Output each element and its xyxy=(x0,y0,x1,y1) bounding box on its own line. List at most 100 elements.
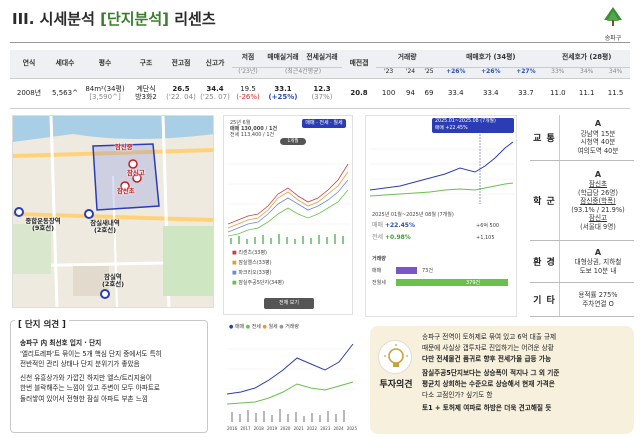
info-category: 환 경 xyxy=(530,241,560,282)
view-all-button[interactable]: 전체 보기 xyxy=(264,298,314,309)
info-line: 주차연결 O xyxy=(582,299,614,308)
info-content: A 잠신초 (학급당 26명) 잠신중(학폭) (93.1% / 21.9%) 잠신고 (서… xyxy=(562,161,634,240)
bar-label: 전월세 xyxy=(372,280,386,286)
info-other: 기 타 용적률 275% 주차연결 O xyxy=(530,283,634,317)
legend-item[interactable]: ■ 잠실엘스(33평) xyxy=(232,260,272,266)
info-category: 기 타 xyxy=(530,283,560,316)
info-grade: A xyxy=(594,169,602,179)
info-line: 잠신초 xyxy=(588,180,608,188)
price-change-chart xyxy=(370,134,514,204)
info-grade: A xyxy=(594,119,602,129)
info-line: 도보 10분 내 xyxy=(579,266,617,275)
structure-1: 계단식 xyxy=(136,84,156,93)
cell-rent-quote: 11.0 xyxy=(543,78,573,109)
legend-item[interactable]: ■ 파크리오(33평) xyxy=(232,270,272,276)
col-header: 평수 xyxy=(82,50,128,79)
sub-header: (최근4건평균) xyxy=(264,67,342,79)
structure-2: 방3화2 xyxy=(135,93,157,101)
title-highlight: [단지분석] xyxy=(100,10,170,28)
school-label-jamsil-middle: 잠신중 xyxy=(115,143,133,151)
x-tick: 2019 xyxy=(266,426,278,431)
cell-gap: 20.8 xyxy=(342,78,376,109)
chart3-legend: ● 매매 ● 전세 ● 월세 ● 거래량 xyxy=(229,324,300,330)
x-tick: 2020 xyxy=(280,426,291,431)
panel1-rent: 전세 113,400 / 1건 xyxy=(230,132,275,138)
opinion-body: 송파구 内 최선호 입지 · 단지 '엘리트레파'트 묶이는 5개 핵심 단지 … xyxy=(20,338,204,404)
invest-line: 송파구 전역이 토허제로 묶여 있고 6억 대출 규제 xyxy=(422,333,557,341)
legend-label: 전세 xyxy=(251,324,261,330)
col-header: 세대수 xyxy=(48,50,82,79)
invest-opinion-box: 투자의견 송파구 전역이 토허제로 묶여 있고 6억 대출 규제 때문에 사실상… xyxy=(370,326,634,434)
x-tick: 2023 xyxy=(320,426,331,431)
station-label-sports: 종합운동장역 (9호선) xyxy=(25,217,61,233)
complex-opinion-box: [ 단지 의견 ] 송파구 内 최선호 입지 · 단지 '엘리트레파'트 묶이는… xyxy=(10,318,208,433)
legend-label: 리센츠(33평) xyxy=(238,250,267,256)
cell-year: 2008년 xyxy=(10,78,48,109)
cell-new-high: 34.4 ('25. 07) xyxy=(198,78,232,109)
col-header: 저점 xyxy=(232,50,264,68)
cell-sale-quote: 33.4 xyxy=(473,78,509,109)
cell-prev-high: 26.5 ('22. 04) xyxy=(164,78,198,109)
invest-line: 다만 전세물건 품귀로 향후 전세가율 급등 가능 xyxy=(422,355,552,364)
info-content: 용적률 275% 주차연결 O xyxy=(562,283,634,316)
complex-map[interactable]: 잠신중 잠신고 잠신초 종합운동장역 (9호선) 잠실새내역 (2호선) 잠실역… xyxy=(12,115,214,308)
invest-body: 송파구 전역이 토허제로 묶여 있고 6억 대출 규제 때문에 사실상 갭투자로… xyxy=(422,332,628,414)
prev-high: 26.5 xyxy=(172,84,190,93)
price-line-chart xyxy=(228,163,350,244)
legend-label: 잠실엘스(33평) xyxy=(238,260,272,266)
info-line: (93.1% / 21.9%) xyxy=(571,205,625,214)
legend-label: 월세 xyxy=(268,324,278,330)
opinion-line: 한번 블락해주는 느낌이 있고 주변이 모두 아파트로 xyxy=(20,384,160,393)
cell-low: 19.5 (-26%) xyxy=(232,78,264,109)
legend-item[interactable]: ■ 잠실주공5단지(34평) xyxy=(232,280,284,286)
cell-sale-quote: 33.4 xyxy=(438,78,474,109)
volume-title: 거래량 xyxy=(372,256,386,262)
volume-bar-rent xyxy=(396,279,508,286)
range-label: 2025년 01월~2025년 08월 (7개월) xyxy=(372,212,454,218)
rent-change: +0.98% xyxy=(384,234,411,241)
station-label-saenae: 잠실새내역 (2호선) xyxy=(90,219,120,235)
legend-label: 파크리오(33평) xyxy=(238,270,272,276)
table-row: 2008년 5,563^ 84m²(34평) [3,590^] 계단식 방3화2 2… xyxy=(10,78,630,109)
cell-rent-quote: 11.5 xyxy=(601,78,630,109)
panel1-tab-group[interactable]: 매매 · 전세 · 월세 xyxy=(302,119,346,128)
bar-value: 379건 xyxy=(466,280,481,286)
cell-volume: 94 xyxy=(401,78,420,109)
sale-change-row: 매매 +22.45% xyxy=(372,222,415,230)
info-line: 잠신중(학폭) xyxy=(580,197,616,206)
invest-line: 다소 고점인가? 싶기도 함 xyxy=(422,391,493,400)
new-high-date: ('25. 07) xyxy=(200,93,230,101)
x-tick: 2022 xyxy=(306,426,318,431)
logo-label: 송파구 xyxy=(604,35,622,42)
invest-label: 투자의견 xyxy=(379,380,413,390)
long-term-chart: ● 매매 ● 전세 ● 월세 ● 거래량 2016 2017 2018 2019 202… xyxy=(223,322,358,435)
legend-label: 잠실주공5단지(34평) xyxy=(238,280,284,286)
opinion-heading: [ 단지 의견 ] xyxy=(15,318,69,330)
x-tick: 2016 xyxy=(227,426,238,431)
sale-change: +22.45% xyxy=(384,222,415,229)
col-header: 거래량 xyxy=(376,50,439,68)
rent-count: +1,105 xyxy=(476,235,495,241)
col-header: 신고가 xyxy=(198,50,232,79)
info-line: 시청역 40분 xyxy=(580,138,616,147)
low-change: (-26%) xyxy=(236,93,260,101)
sub-header: '23 xyxy=(376,67,402,79)
cell-structure: 계단식 방3화2 xyxy=(128,78,164,109)
tab-monthly[interactable]: 월세 xyxy=(333,120,342,126)
page-title: III. 시세분석 [단지분석] 리센츠 xyxy=(12,8,216,29)
sub-header: ('23년) xyxy=(232,67,264,79)
col-header: 매전갭 xyxy=(342,50,376,79)
cell-households: 5,563^ xyxy=(48,78,82,109)
cell-volume: 100 xyxy=(376,78,402,109)
legend-label: 거래량 xyxy=(285,324,300,330)
opinion-line: 송파구 内 최선호 입지 · 단지 xyxy=(20,339,102,347)
sub-header: '24 xyxy=(401,67,420,79)
volume-bar-sale xyxy=(396,267,418,274)
tab-rent[interactable]: 전세 xyxy=(319,120,328,126)
cell-size: 84m²(34평) [3,590^] xyxy=(82,78,128,109)
new-high: 34.4 xyxy=(206,84,224,93)
summary-table: 연식 세대수 평수 구조 전고점 신고가 저점 매매실거래 전세실거래 매전갭 … xyxy=(10,50,630,109)
col-header: 연식 xyxy=(10,50,48,79)
tab-sale[interactable]: 매매 xyxy=(305,120,314,126)
legend-item[interactable]: ■ 리센츠(33평) xyxy=(232,250,267,256)
